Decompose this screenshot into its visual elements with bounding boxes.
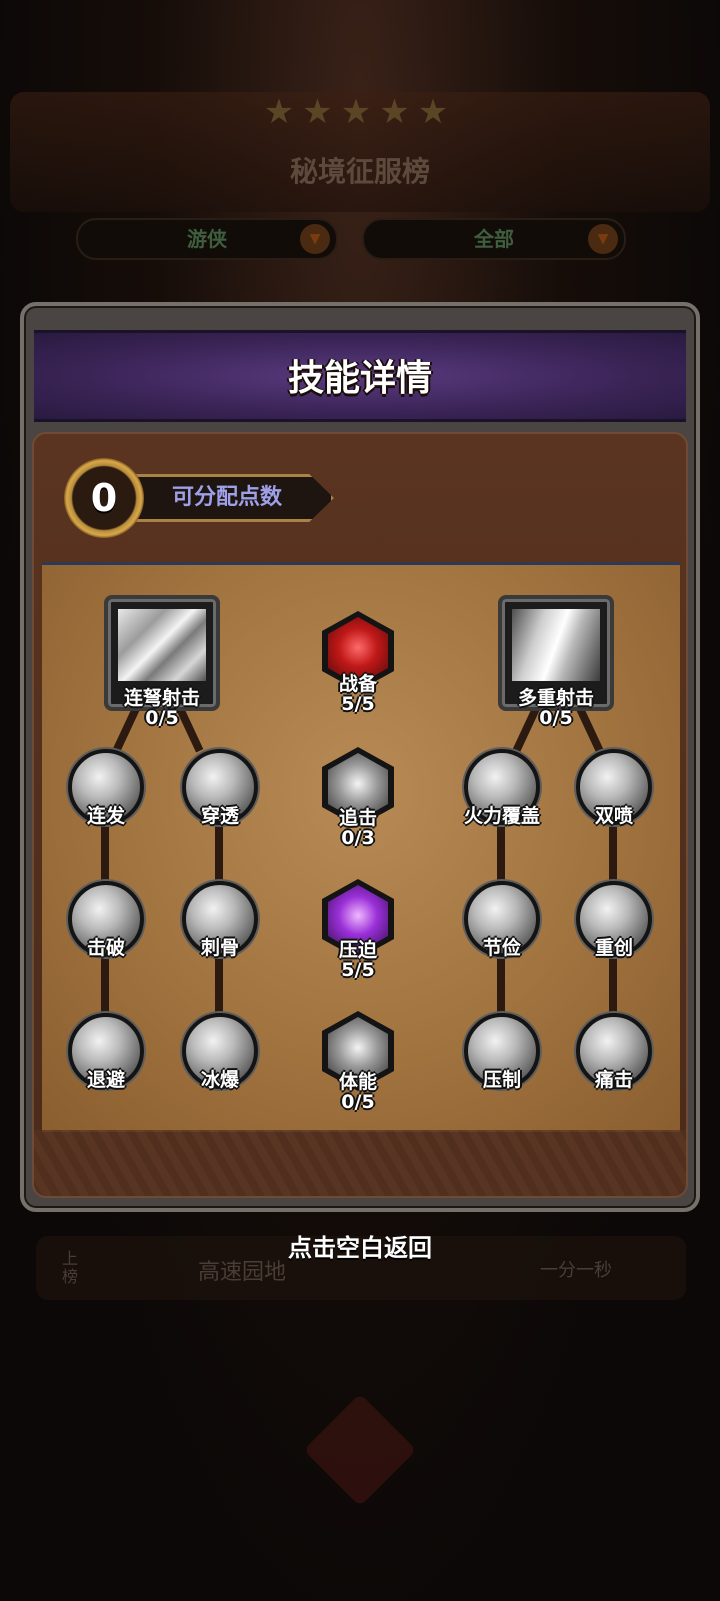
skill-name: 穿透 (200, 805, 239, 827)
skill-name: 连发 (86, 805, 125, 827)
leaderboard-title: 秘境征服榜 (289, 155, 430, 188)
tree-connector (215, 957, 223, 1015)
points-label: 可分配点数 (172, 485, 283, 510)
tree-connector (101, 825, 109, 883)
skill-name: 双喷 (594, 805, 633, 827)
panel-footer-pattern (34, 1130, 686, 1196)
chevron-down-icon: ▼ (300, 224, 330, 254)
tree-connector (101, 957, 109, 1015)
skill-name: 火力覆盖 (463, 805, 540, 827)
skill-name: 击破 (86, 937, 125, 959)
tap-to-return-hint: 点击空白返回 (288, 1234, 432, 1262)
rank-stars-icon: ★★★★★ (263, 92, 457, 132)
modal-header: 技能详情 (34, 330, 686, 422)
skill-name: 退避 (86, 1069, 125, 1091)
skill-name: 痛击 (594, 1069, 633, 1091)
skill-name: 刺骨 (200, 937, 239, 959)
tree-connector (497, 957, 505, 1015)
skill-level: 5/5 (341, 959, 375, 981)
skill-name: 追击 (338, 807, 377, 829)
tree-connector (609, 825, 617, 883)
skill-level: 0/5 (539, 707, 573, 729)
modal-title: 技能详情 (287, 358, 432, 399)
skill-points-display: 可分配点数 0 (64, 458, 344, 538)
skill-name: 冰爆 (200, 1069, 239, 1091)
skill-details-modal: 技能详情 可分配点数 0 连弩射击 0/5 多重射击 0/5 连发 穿透 击破 … (20, 302, 700, 1212)
skill-level: 0/3 (341, 827, 375, 849)
skill-name: 压迫 (338, 939, 377, 961)
skill-name: 重创 (594, 937, 633, 959)
class-filter-dropdown: 游侠 ▼ (76, 218, 338, 260)
class-filter-value: 游侠 (187, 227, 227, 251)
skill-panel: 可分配点数 0 连弩射击 0/5 多重射击 0/5 连发 穿透 击破 刺骨 退避… (32, 432, 688, 1198)
skill-name: 压制 (482, 1069, 521, 1091)
scope-filter-value: 全部 (474, 227, 514, 251)
skill-name: 多重射击 (517, 687, 594, 709)
skill-tree: 连弩射击 0/5 多重射击 0/5 连发 穿透 击破 刺骨 退避 冰爆 火力覆盖 (42, 562, 680, 1132)
skill-level: 0/5 (341, 1091, 375, 1113)
multi-shot-icon (512, 609, 600, 681)
scope-filter-dropdown: 全部 ▼ (362, 218, 626, 260)
crossbow-shot-icon (118, 609, 206, 681)
skill-name: 连弩射击 (123, 687, 200, 709)
chevron-down-icon: ▼ (588, 224, 618, 254)
skill-name: 体能 (338, 1071, 377, 1093)
skill-name: 战备 (338, 673, 377, 695)
skill-name: 节俭 (482, 937, 521, 959)
tree-connector (497, 825, 505, 883)
skill-level: 0/5 (145, 707, 179, 729)
skill-level: 5/5 (341, 693, 375, 715)
tree-connector (609, 957, 617, 1015)
points-value: 0 (90, 476, 118, 520)
tree-connector (215, 825, 223, 883)
